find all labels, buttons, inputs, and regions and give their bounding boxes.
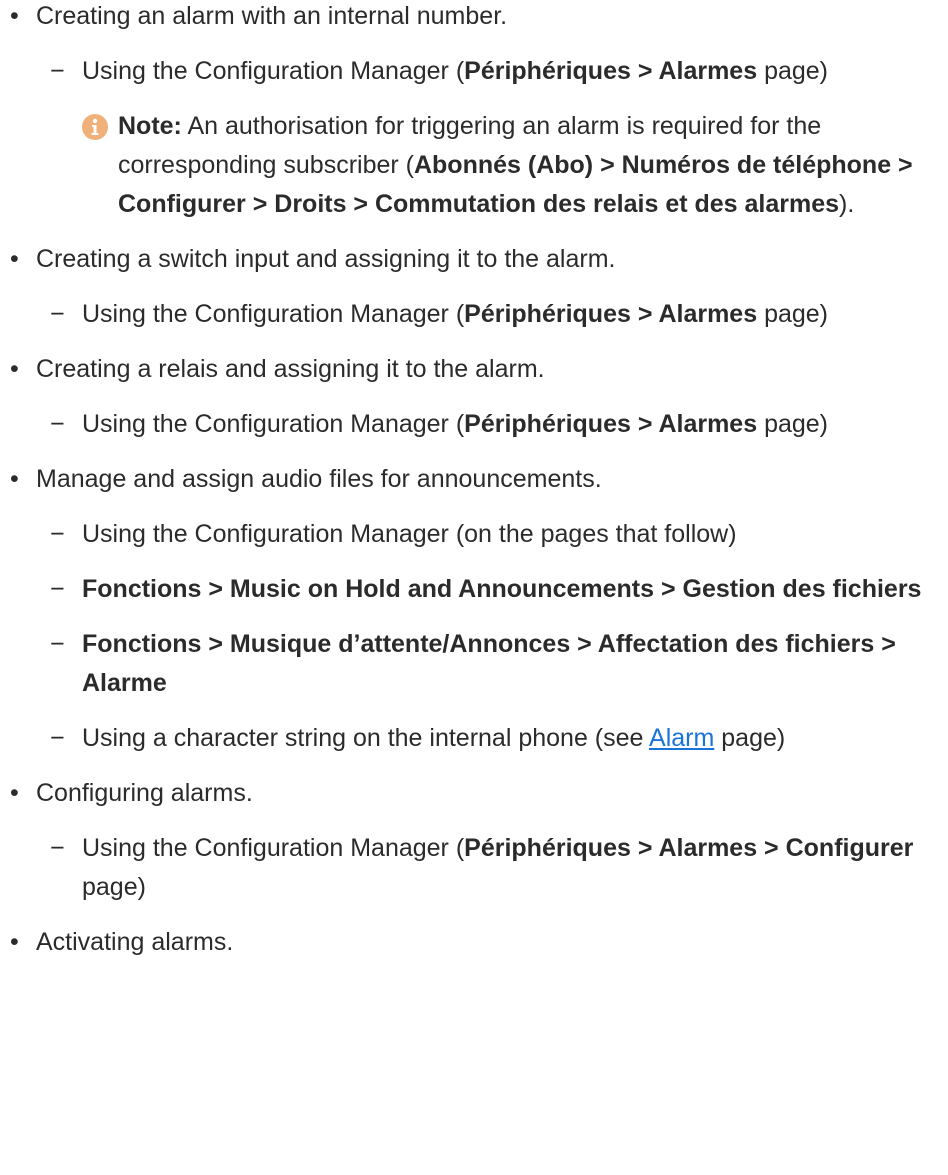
sub-list-item: − Using the Configuration Manager (on th… [36, 515, 948, 554]
dash: − [50, 834, 65, 862]
bullet: • [10, 245, 19, 273]
sub-item-prefix: Using the Configuration Manager ( [82, 57, 465, 85]
dash: − [50, 724, 65, 752]
list-item-text: Creating a relais and assigning it to th… [36, 355, 545, 383]
list-item-text: Creating an alarm with an internal numbe… [36, 2, 508, 30]
list-item: • Activating alarms. [0, 923, 948, 962]
sub-list: − Using the Configuration Manager (on th… [36, 515, 948, 758]
sub-list-item: − Using the Configuration Manager (Périp… [36, 52, 948, 91]
list-item: • Manage and assign audio files for anno… [0, 460, 948, 758]
sub-item-text: Using the Configuration Manager (on the … [82, 520, 737, 548]
note-label: Note: [118, 112, 182, 140]
bullet: • [10, 355, 19, 383]
menu-path: Périphériques > Alarmes [464, 410, 758, 438]
list-item: • Creating an alarm with an internal num… [0, 0, 948, 224]
info-icon [82, 114, 108, 140]
dash: − [50, 520, 65, 548]
sub-list-item: − Using the Configuration Manager (Périp… [36, 829, 948, 907]
list-item-text: Activating alarms. [36, 928, 234, 956]
alarm-page-link[interactable]: Alarm [649, 724, 714, 752]
dash: − [50, 630, 65, 658]
sub-item-prefix: Using the Configuration Manager ( [82, 410, 465, 438]
sub-item-suffix: page) [757, 410, 829, 438]
sub-list: − Using the Configuration Manager (Périp… [36, 829, 948, 907]
menu-path: Périphériques > Alarmes > Configurer [464, 834, 914, 862]
note-block: Note: An authorisation for triggering an… [36, 107, 948, 224]
sub-item-suffix: page) [82, 873, 146, 901]
list-item-text: Manage and assign audio files for announ… [36, 465, 602, 493]
task-list: • Creating an alarm with an internal num… [0, 0, 948, 962]
document-body: • Creating an alarm with an internal num… [0, 0, 948, 962]
sub-list: − Using the Configuration Manager (Périp… [36, 405, 948, 444]
bullet: • [10, 928, 19, 956]
menu-path: Périphériques > Alarmes [464, 300, 758, 328]
sub-item-suffix: page) [714, 724, 786, 752]
dash: − [50, 575, 65, 603]
menu-path: Fonctions > Musique d’attente/Annonces >… [82, 630, 896, 697]
dash: − [50, 410, 65, 438]
sub-item-prefix: Using the Configuration Manager ( [82, 300, 465, 328]
sub-list: − Using the Configuration Manager (Périp… [36, 295, 948, 334]
bullet: • [10, 465, 19, 493]
list-item-text: Creating a switch input and assigning it… [36, 245, 616, 273]
sub-item-suffix: page) [757, 57, 829, 85]
dash: − [50, 300, 65, 328]
menu-path: Périphériques > Alarmes [464, 57, 758, 85]
sub-list-item: − Using the Configuration Manager (Périp… [36, 295, 948, 334]
sub-list-item: − Fonctions > Music on Hold and Announce… [36, 570, 948, 609]
sub-list-item: − Using the Configuration Manager (Périp… [36, 405, 948, 444]
list-item-text: Configuring alarms. [36, 779, 253, 807]
bullet: • [10, 2, 19, 30]
menu-path: Fonctions > Music on Hold and Announceme… [82, 575, 922, 603]
sub-item-prefix: Using the Configuration Manager ( [82, 834, 465, 862]
bullet: • [10, 779, 19, 807]
sub-list: − Using the Configuration Manager (Périp… [36, 52, 948, 91]
list-item: • Creating a relais and assigning it to … [0, 350, 948, 444]
sub-list-item: − Using a character string on the intern… [36, 719, 948, 758]
list-item: • Creating a switch input and assigning … [0, 240, 948, 334]
note-text-end: ). [839, 190, 855, 218]
sub-item-prefix: Using a character string on the internal… [82, 724, 650, 752]
sub-item-suffix: page) [757, 300, 829, 328]
dash: − [50, 57, 65, 85]
sub-list-item: − Fonctions > Musique d’attente/Annonces… [36, 625, 948, 703]
list-item: • Configuring alarms. − Using the Config… [0, 774, 948, 907]
